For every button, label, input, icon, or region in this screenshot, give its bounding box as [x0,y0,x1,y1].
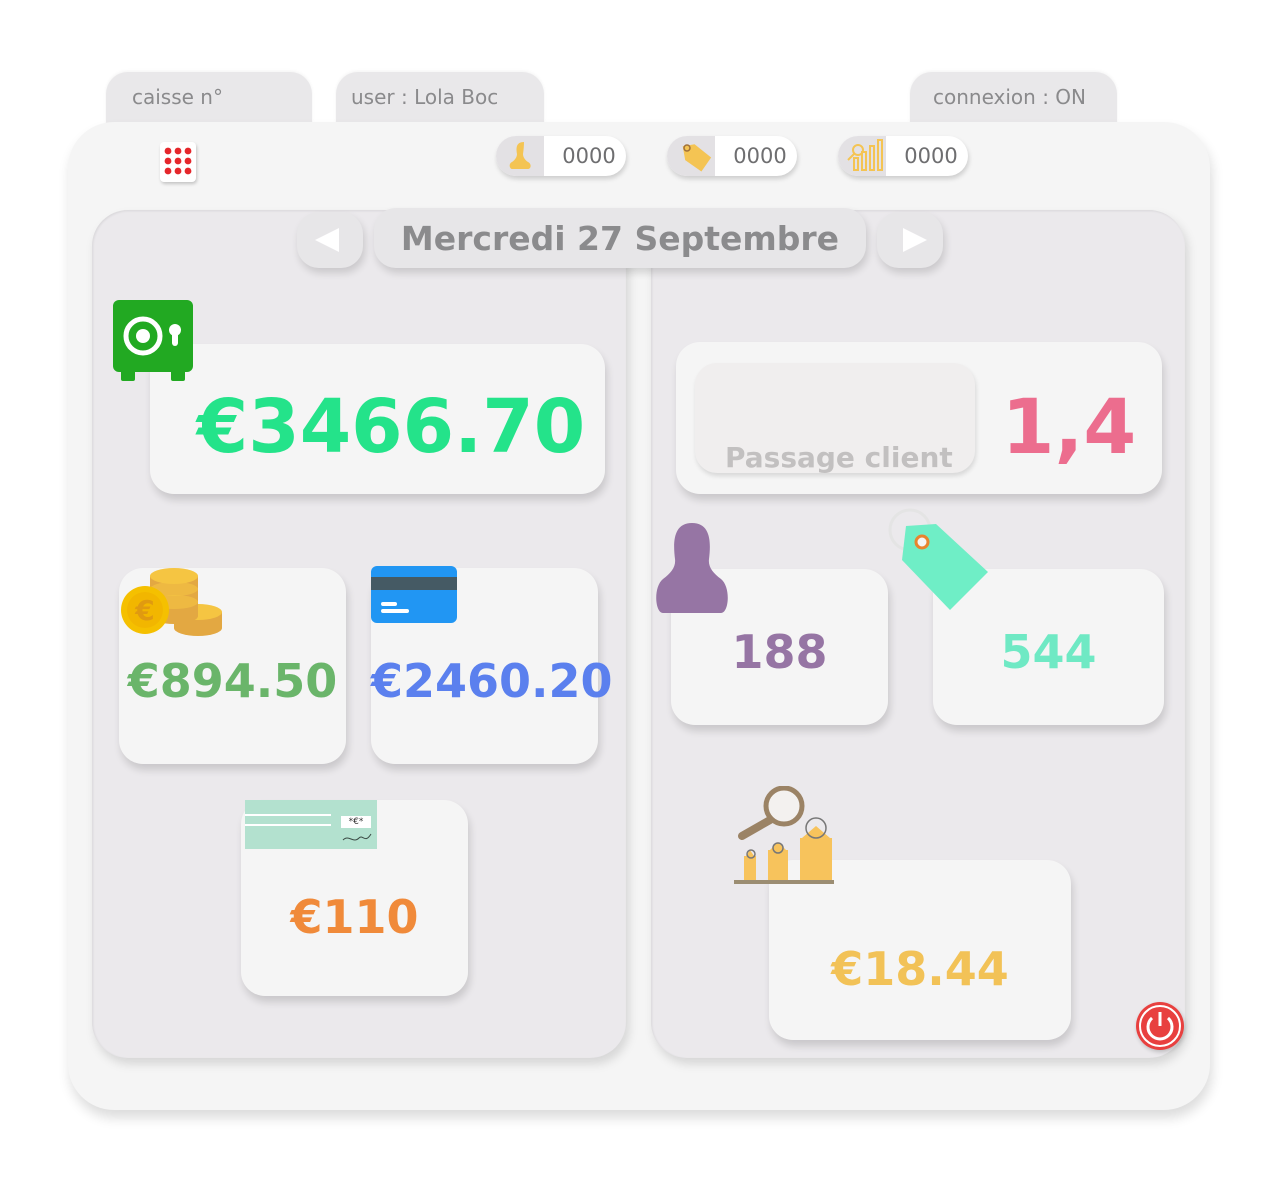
check-value: €110 [290,890,419,944]
average-basket-value: €18.44 [831,942,1009,996]
card-payment-value: €2460.20 [371,654,613,708]
chevron-right-icon [903,228,927,252]
power-icon [1139,1005,1181,1047]
tab-user-label: user : Lola Boc [351,85,499,109]
safe-total-value: €3466.70 [196,384,586,470]
credit-card-icon [371,566,457,628]
coins-icon: € [118,566,228,642]
tab-connection-label: connexion : ON [933,85,1086,109]
article-counter: 0000 [667,136,797,176]
tab-register-label: caisse n° [132,85,223,109]
person-icon [655,521,729,619]
next-day-button[interactable] [877,212,943,268]
passage-label: Passage client [725,441,953,474]
previous-day-button[interactable] [297,212,363,268]
article-counter-value: 0000 [733,144,787,168]
grid-icon [164,147,192,175]
articles-value: 544 [1000,625,1097,679]
growth-chart-icon [838,136,886,176]
safe-icon [113,300,193,386]
cash-value: €894.50 [127,654,338,708]
check-line [245,814,331,816]
price-tag-icon [667,136,715,176]
price-tag-icon [884,508,994,618]
customers-value: 188 [731,625,828,679]
passage-value: 1,4 [1001,382,1137,471]
safe-total-card: €3466.70 [150,344,605,494]
check-icon: *€* [245,800,377,849]
signature-icon [342,833,372,841]
date-label: Mercredi 27 Septembre [374,208,866,268]
growth-counter: 0000 [838,136,968,176]
price-analysis-icon [732,785,836,890]
passage-label-box: Passage client [695,363,975,474]
passage-card: Passage client 1,4 [676,342,1162,494]
menu-grid-button[interactable] [160,142,196,182]
svg-text:€: € [134,594,154,627]
customer-counter: 0000 [496,136,626,176]
person-icon [496,136,544,176]
growth-counter-value: 0000 [904,144,958,168]
check-amount-box: *€* [341,816,371,828]
check-line [245,824,331,826]
customer-counter-value: 0000 [562,144,616,168]
power-button[interactable] [1136,1002,1184,1050]
chevron-left-icon [315,228,339,252]
